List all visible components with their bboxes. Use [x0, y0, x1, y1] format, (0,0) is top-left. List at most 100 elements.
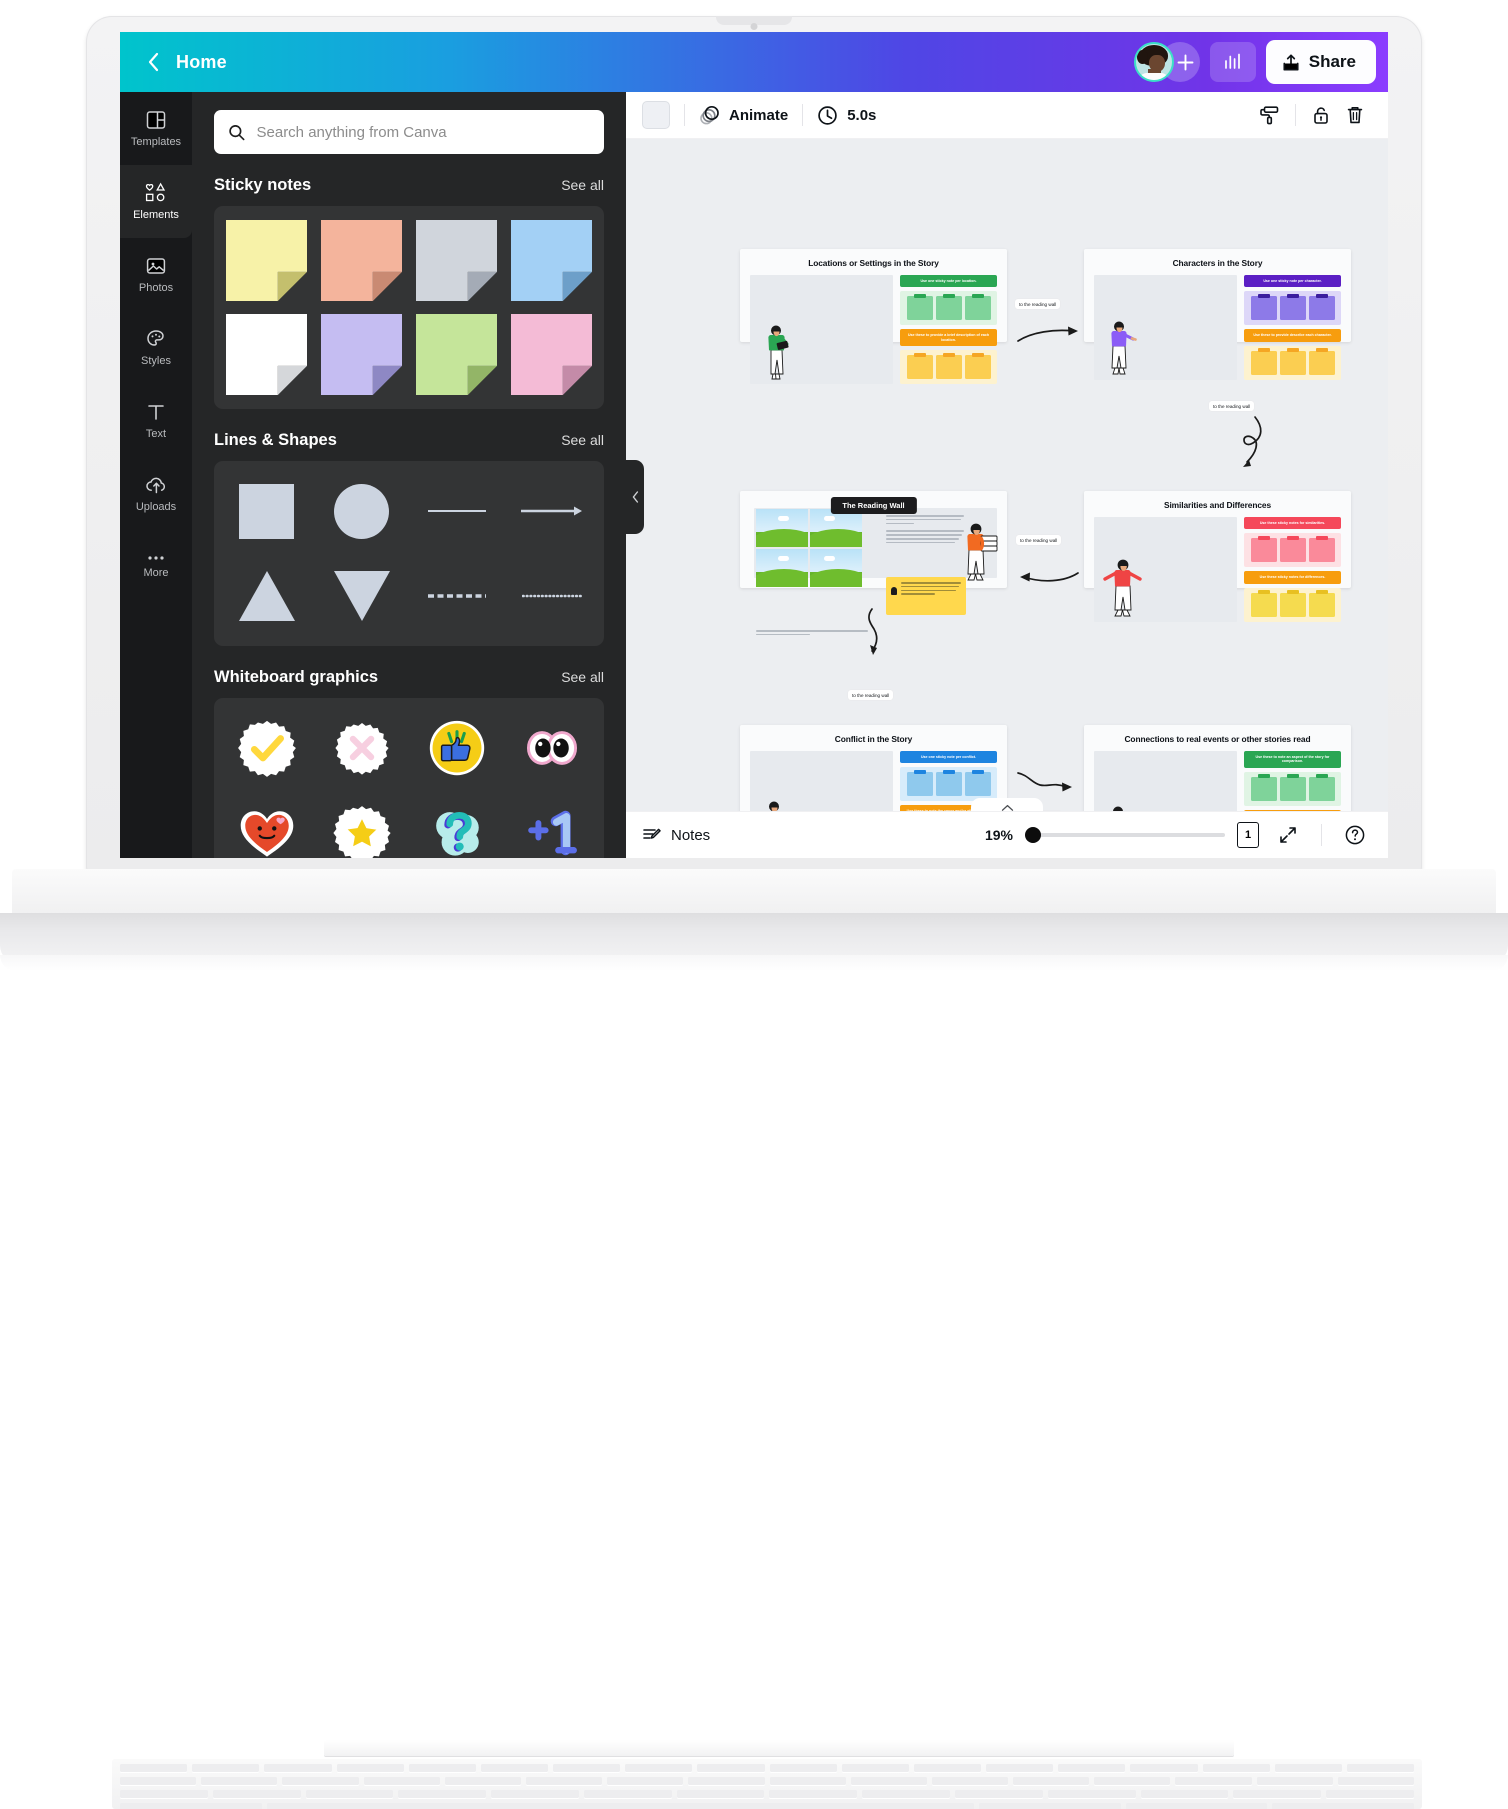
card-work-area[interactable]	[1094, 517, 1237, 622]
heart-smile-sticker[interactable]	[226, 797, 307, 858]
mini-note[interactable]	[1280, 593, 1306, 617]
page-count-button[interactable]: 1	[1237, 822, 1259, 848]
card-conflict[interactable]: Conflict in the Story	[740, 725, 1007, 811]
card-work-area[interactable]	[750, 275, 893, 384]
mini-note[interactable]	[1251, 777, 1277, 801]
search-box[interactable]	[214, 110, 604, 154]
plus-one-sticker[interactable]	[511, 797, 592, 858]
mini-note[interactable]	[907, 355, 933, 379]
mini-note[interactable]	[936, 772, 962, 796]
eyes-sticker[interactable]	[511, 712, 592, 784]
share-button[interactable]: Share	[1266, 40, 1376, 84]
card-work-area[interactable]	[1094, 275, 1237, 380]
card-locations[interactable]: Locations or Settings in the Story	[740, 249, 1007, 342]
mini-note[interactable]	[1251, 538, 1277, 562]
whiteboard-canvas[interactable]: Locations or Settings in the Story	[626, 139, 1388, 811]
star-badge-sticker[interactable]	[321, 797, 402, 858]
section-title: Sticky notes	[214, 176, 311, 195]
card-note-column: Use these sticky notes for similarities.…	[1244, 517, 1341, 622]
question-mark-sticker[interactable]	[416, 797, 497, 858]
see-all-lines-shapes[interactable]: See all	[561, 432, 604, 448]
mini-note[interactable]	[965, 296, 991, 320]
notes-expand-handle[interactable]	[971, 798, 1043, 812]
dashed-line[interactable]	[416, 560, 497, 632]
mini-note[interactable]	[1309, 777, 1335, 801]
duration-button[interactable]: 5.0s	[817, 105, 876, 126]
mini-note[interactable]	[1309, 593, 1335, 617]
card-reading-wall[interactable]: The Reading Wall	[740, 491, 1007, 588]
photo-thumbnail[interactable]	[810, 509, 862, 547]
card-similarities[interactable]: Similarities and Differences	[1084, 491, 1351, 588]
mini-note[interactable]	[936, 355, 962, 379]
sticky-note-purple[interactable]	[321, 314, 402, 395]
mini-note[interactable]	[1280, 296, 1306, 320]
sidebar-item-photos[interactable]: Photos	[120, 238, 192, 311]
expand-icon[interactable]	[1271, 818, 1305, 852]
color-swatch-button[interactable]	[642, 101, 670, 129]
zoom-slider[interactable]	[1025, 833, 1225, 837]
sticky-note-pink[interactable]	[511, 314, 592, 395]
mini-note[interactable]	[965, 355, 991, 379]
sticky-note-blue[interactable]	[511, 220, 592, 301]
mini-note[interactable]	[907, 296, 933, 320]
sidebar-item-elements[interactable]: Elements	[120, 165, 192, 238]
mini-note[interactable]	[936, 296, 962, 320]
sidebar-item-text[interactable]: Text	[120, 384, 192, 457]
thumbs-up-sticker[interactable]	[416, 712, 497, 784]
sidebar-item-styles[interactable]: Styles	[120, 311, 192, 384]
photo-thumbnail[interactable]	[756, 509, 808, 547]
avatar[interactable]	[1134, 42, 1174, 82]
sidebar-item-templates[interactable]: Templates	[120, 92, 192, 165]
circle-shape[interactable]	[321, 475, 402, 547]
card-characters[interactable]: Characters in the Story	[1084, 249, 1351, 342]
sticky-note-yellow[interactable]	[226, 220, 307, 301]
sidebar-item-uploads[interactable]: Uploads	[120, 457, 192, 530]
mini-note[interactable]	[1251, 296, 1277, 320]
sticky-note-gray[interactable]	[416, 220, 497, 301]
sticky-note-salmon[interactable]	[321, 220, 402, 301]
laptop-keyboard	[112, 1759, 1422, 1809]
home-label[interactable]: Home	[176, 52, 227, 73]
see-all-whiteboard-graphics[interactable]: See all	[561, 669, 604, 685]
card-work-area[interactable]	[750, 751, 893, 811]
sticky-note-white[interactable]	[226, 314, 307, 395]
solid-line[interactable]	[416, 475, 497, 547]
search-input[interactable]	[257, 124, 591, 141]
triangle-down-shape[interactable]	[321, 560, 402, 632]
zoom-slider-knob[interactable]	[1025, 827, 1041, 843]
mini-note[interactable]	[965, 772, 991, 796]
card-connections[interactable]: Connections to real events or other stor…	[1084, 725, 1351, 811]
mini-note[interactable]	[1309, 351, 1335, 375]
card-note-column: Use one sticky note per location. Use th…	[900, 275, 997, 384]
sidebar-item-more[interactable]: More	[120, 530, 192, 603]
trash-icon[interactable]	[1338, 98, 1372, 132]
photo-thumbnail[interactable]	[756, 549, 808, 587]
check-badge-sticker[interactable]	[226, 712, 307, 784]
animate-button[interactable]: Animate	[699, 105, 788, 126]
mini-note[interactable]	[907, 772, 933, 796]
notes-button[interactable]: Notes	[642, 825, 710, 845]
insights-icon[interactable]	[1210, 42, 1256, 82]
triangle-up-shape[interactable]	[226, 560, 307, 632]
cross-badge-sticker[interactable]	[321, 712, 402, 784]
mini-note[interactable]	[1309, 296, 1335, 320]
lock-icon[interactable]	[1304, 98, 1338, 132]
see-all-sticky-notes[interactable]: See all	[561, 177, 604, 193]
mini-note[interactable]	[1251, 593, 1277, 617]
card-work-area[interactable]	[1094, 751, 1237, 811]
collapse-panel-button[interactable]	[626, 460, 644, 534]
mini-note[interactable]	[1280, 777, 1306, 801]
mini-note[interactable]	[1251, 351, 1277, 375]
help-icon[interactable]	[1338, 818, 1372, 852]
dotted-line[interactable]	[511, 560, 592, 632]
reading-wall-photos[interactable]	[756, 509, 862, 587]
arrow-line[interactable]	[511, 475, 592, 547]
mini-note[interactable]	[1309, 538, 1335, 562]
back-icon[interactable]	[140, 49, 166, 75]
photo-thumbnail[interactable]	[810, 549, 862, 587]
square-shape[interactable]	[226, 475, 307, 547]
mini-note[interactable]	[1280, 351, 1306, 375]
sticky-note-green[interactable]	[416, 314, 497, 395]
mini-note[interactable]	[1280, 538, 1306, 562]
paint-roller-icon[interactable]	[1253, 98, 1287, 132]
